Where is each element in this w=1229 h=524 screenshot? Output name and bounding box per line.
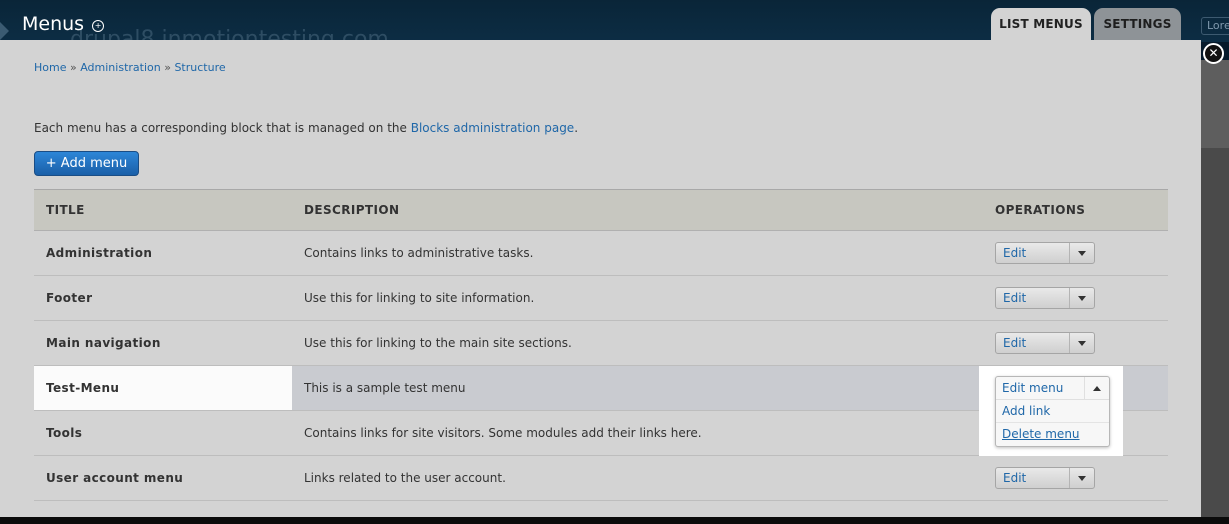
menu-description: Use this for linking to the main site se… bbox=[292, 320, 983, 366]
menu-title: User account menu bbox=[34, 455, 292, 501]
add-shortcut-icon[interactable]: + bbox=[92, 19, 105, 32]
background-page-panel bbox=[1201, 60, 1229, 148]
chevron-down-icon bbox=[1078, 295, 1086, 301]
breadcrumb-administration[interactable]: Administration bbox=[80, 61, 161, 74]
edit-menu-button[interactable]: Edit menu bbox=[996, 468, 1070, 488]
menu-operations: Edit menu bbox=[983, 230, 1168, 276]
header-operations: OPERATIONS bbox=[983, 189, 1168, 231]
chevron-down-icon bbox=[1078, 475, 1086, 481]
operations-dropbutton: Edit menu bbox=[995, 467, 1095, 489]
menu-title: Administration bbox=[34, 230, 292, 276]
blocks-admin-link[interactable]: Blocks administration page bbox=[411, 121, 574, 135]
operations-dropbutton-expanded: Edit menu Add link Delete menu bbox=[995, 376, 1110, 447]
background-button: Lore bbox=[1201, 17, 1229, 35]
chevron-up-icon bbox=[1093, 385, 1101, 391]
breadcrumb-separator: » bbox=[164, 61, 171, 74]
table-header-row: TITLE DESCRIPTION OPERATIONS bbox=[34, 189, 1168, 231]
page-title: Menus + bbox=[22, 13, 105, 35]
intro-text-after: . bbox=[574, 121, 579, 135]
menu-title: Tools bbox=[34, 410, 292, 456]
table-row: Footer Use this for linking to site info… bbox=[34, 275, 1168, 321]
page-title-text: Menus bbox=[22, 13, 85, 35]
menu-description: Contains links for site visitors. Some m… bbox=[292, 410, 983, 456]
chevron-down-icon bbox=[1078, 250, 1086, 256]
edit-menu-button[interactable]: Edit menu bbox=[996, 243, 1070, 263]
menu-operations: Edit menu bbox=[983, 275, 1168, 321]
menu-operations: Edit menu bbox=[983, 320, 1168, 366]
menu-description: Contains links to administrative tasks. bbox=[292, 230, 983, 276]
table-row: Administration Contains links to adminis… bbox=[34, 230, 1168, 276]
table-row: Main navigation Use this for linking to … bbox=[34, 320, 1168, 366]
intro-text: Each menu has a corresponding block that… bbox=[34, 121, 578, 135]
dropbutton-toggle[interactable] bbox=[1070, 243, 1094, 263]
intro-text-before: Each menu has a corresponding block that… bbox=[34, 121, 411, 135]
header-description: DESCRIPTION bbox=[292, 189, 983, 231]
dropbutton-collapse-toggle[interactable] bbox=[1085, 377, 1109, 399]
breadcrumb-structure[interactable]: Structure bbox=[174, 61, 225, 74]
menu-title: Main navigation bbox=[34, 320, 292, 366]
breadcrumb-separator: » bbox=[69, 61, 77, 74]
operations-dropbutton: Edit menu bbox=[995, 287, 1095, 309]
operations-dropbutton: Edit menu bbox=[995, 242, 1095, 264]
menu-description: Use this for linking to site information… bbox=[292, 275, 983, 321]
page-footer-band bbox=[0, 517, 1229, 524]
tab-list-menus[interactable]: LIST MENUS bbox=[991, 8, 1091, 41]
dropdown-item-edit-menu[interactable]: Edit menu bbox=[996, 377, 1109, 400]
edit-menu-button[interactable]: Edit menu bbox=[996, 288, 1070, 308]
dropdown-item-add-link[interactable]: Add link bbox=[996, 400, 1109, 423]
dropbutton-toggle[interactable] bbox=[1070, 288, 1094, 308]
breadcrumb-home[interactable]: Home bbox=[34, 61, 66, 74]
header-title: TITLE bbox=[34, 189, 292, 231]
add-menu-button[interactable]: + Add menu bbox=[34, 151, 139, 176]
edit-menu-label[interactable]: Edit menu bbox=[996, 377, 1085, 399]
edit-menu-button[interactable]: Edit menu bbox=[996, 333, 1070, 353]
operations-dropbutton: Edit menu bbox=[995, 332, 1095, 354]
primary-tabs: LIST MENUS SETTINGS bbox=[991, 8, 1181, 41]
dropdown-item-delete-menu[interactable]: Delete menu bbox=[996, 423, 1109, 446]
menu-operations: Edit menu bbox=[983, 455, 1168, 501]
admin-header: drupal8.inmotiontesting.com Menus + LIST… bbox=[0, 0, 1229, 52]
menu-description: This is a sample test menu bbox=[292, 365, 983, 411]
tab-settings[interactable]: SETTINGS bbox=[1094, 8, 1181, 41]
menu-title: Test-Menu bbox=[34, 365, 292, 411]
menu-description: Links related to the user account. bbox=[292, 455, 983, 501]
breadcrumb: Home » Administration » Structure bbox=[34, 61, 226, 74]
menu-title: Footer bbox=[34, 275, 292, 321]
table-row: User account menu Links related to the u… bbox=[34, 455, 1168, 501]
dropbutton-toggle[interactable] bbox=[1070, 333, 1094, 353]
back-arrow-icon bbox=[0, 22, 9, 40]
close-icon[interactable]: ✕ bbox=[1203, 43, 1224, 64]
dropbutton-toggle[interactable] bbox=[1070, 468, 1094, 488]
chevron-down-icon bbox=[1078, 340, 1086, 346]
